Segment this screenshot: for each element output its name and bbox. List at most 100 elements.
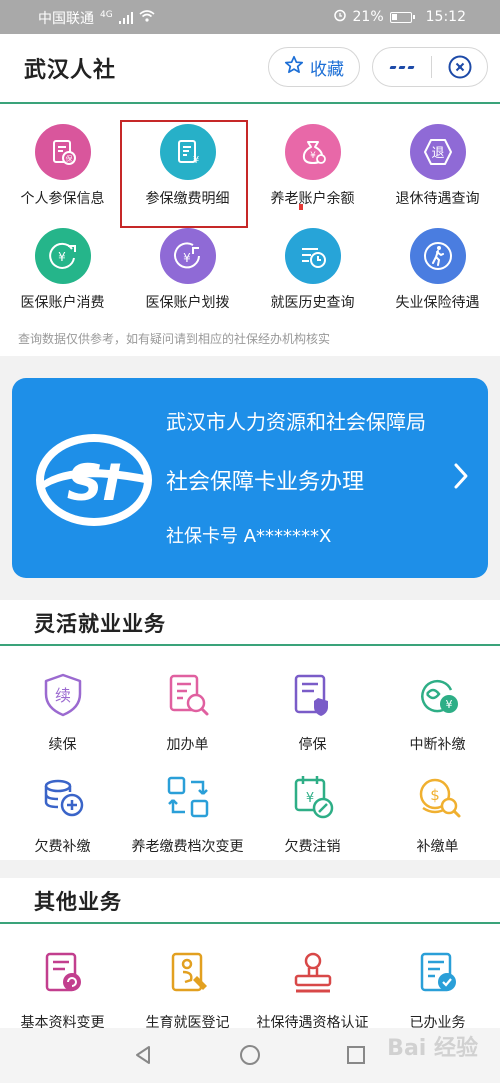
alarm-icon xyxy=(333,8,347,26)
shield-doc-icon: 保 xyxy=(34,124,91,180)
app-header: 武汉人社 收藏 xyxy=(0,34,500,104)
flex-item-arrears-pay[interactable]: 欠费补缴 xyxy=(0,772,125,856)
svg-text:¥: ¥ xyxy=(58,250,66,264)
recents-square-icon xyxy=(347,1046,365,1064)
retire-icon: 退 xyxy=(409,124,466,180)
service-medical-history[interactable]: 就医历史查询 xyxy=(250,228,375,312)
svg-text:¥: ¥ xyxy=(445,698,452,711)
exchange-icon xyxy=(167,776,208,818)
favorite-button[interactable]: 收藏 xyxy=(268,47,360,87)
svg-text:退: 退 xyxy=(431,146,444,161)
capsule-menu xyxy=(372,47,488,87)
svg-text:保: 保 xyxy=(65,154,72,163)
chevron-right-icon xyxy=(452,462,470,494)
svg-text:$: $ xyxy=(430,786,440,804)
calendar-cancel-icon: ¥ xyxy=(294,776,333,819)
query-services-grid: 保 个人参保信息 ¥ 参保缴费明细 ¥ 养老账户余额 退 退休待遇查询 ¥ 医保… xyxy=(0,104,500,356)
flex-item-label: 中断补缴 xyxy=(409,737,466,753)
coin-search-icon: $ xyxy=(419,778,460,818)
other-item-profile-change[interactable]: 基本资料变更 xyxy=(0,948,125,1032)
flex-item-label: 欠费注销 xyxy=(284,839,341,855)
add-form-icon xyxy=(169,674,208,716)
service-medical-transfer[interactable]: ¥ 医保账户划拨 xyxy=(125,228,250,312)
stamp-icon xyxy=(294,952,331,993)
yuan-out-icon: ¥ xyxy=(34,228,91,284)
flex-item-makeup-form[interactable]: $ 补缴单 xyxy=(375,772,500,856)
section-title: 灵活就业业务 xyxy=(34,612,166,636)
si-logo: SI xyxy=(32,420,156,540)
more-menu-button[interactable] xyxy=(373,65,431,69)
watermark: Bai 经验 xyxy=(387,1036,478,1061)
flex-employment-section: 灵活就业业务 续 续保 加办单 停保 ¥ 中断补缴 欠费补缴 养老缴费档次变更 … xyxy=(0,600,500,860)
profile-change-icon xyxy=(45,952,81,992)
disclaimer-note: 查询数据仅供参考，如有疑问请到相应的社保经办机构核实 xyxy=(18,332,331,346)
interrupt-pay-icon: ¥ xyxy=(420,679,458,713)
social-security-card-banner[interactable]: SI 武汉市人力资源和社会保障局 社会保障卡业务办理 社保卡号 A*******… xyxy=(12,378,488,578)
section-title: 其他业务 xyxy=(34,890,122,914)
service-unemployment[interactable]: 失业保险待遇 xyxy=(375,228,500,312)
flex-item-arrears-cancel[interactable]: ¥ 欠费注销 xyxy=(250,772,375,856)
flex-item-interrupt-pay[interactable]: ¥ 中断补缴 xyxy=(375,670,500,754)
favorite-label: 收藏 xyxy=(310,59,344,80)
flex-item-add-form[interactable]: 加办单 xyxy=(125,670,250,754)
flex-item-label: 补缴单 xyxy=(416,839,459,855)
wifi-icon xyxy=(139,10,155,26)
other-item-qualification-cert[interactable]: 社保待遇资格认证 xyxy=(250,948,375,1032)
coins-add-icon xyxy=(44,779,83,817)
other-item-maternity[interactable]: 生育就医登记 xyxy=(125,948,250,1032)
flex-item-stop[interactable]: 停保 xyxy=(250,670,375,754)
page-title: 武汉人社 xyxy=(24,58,117,83)
service-medical-consumption[interactable]: ¥ 医保账户消费 xyxy=(0,228,125,312)
flex-item-pension-grade-change[interactable]: 养老缴费档次变更 xyxy=(125,772,250,856)
card-org: 武汉市人力资源和社会保障局 xyxy=(166,410,426,434)
flex-item-label: 加办单 xyxy=(166,737,209,753)
clock: 15:12 xyxy=(425,9,466,25)
svg-text:续: 续 xyxy=(54,686,70,705)
svg-text:¥: ¥ xyxy=(310,151,316,161)
svg-text:¥: ¥ xyxy=(183,251,191,265)
done-doc-icon xyxy=(420,952,456,992)
other-item-completed[interactable]: 已办业务 xyxy=(375,948,500,1032)
recents-button[interactable] xyxy=(345,1044,367,1070)
service-label: 失业保险待遇 xyxy=(395,295,480,311)
close-miniapp-button[interactable] xyxy=(432,54,487,80)
close-circle-icon xyxy=(448,55,471,79)
money-bag-icon: ¥ xyxy=(284,124,341,180)
card-service: 社会保障卡业务办理 xyxy=(166,470,365,495)
home-button[interactable] xyxy=(239,1044,261,1070)
flex-item-label: 停保 xyxy=(298,737,327,753)
carrier-label: 中国联通 xyxy=(38,11,94,27)
service-label: 个人参保信息 xyxy=(20,191,105,207)
other-services-section: 其他业务 基本资料变更 生育就医登记 社保待遇资格认证 已办业务 xyxy=(0,878,500,1031)
signal-icon xyxy=(118,12,133,24)
service-retirement-query[interactable]: 退 退休待遇查询 xyxy=(375,124,500,208)
service-personal-info[interactable]: 保 个人参保信息 xyxy=(0,124,125,208)
battery-icon xyxy=(389,11,415,23)
battery-percent: 21% xyxy=(352,9,384,25)
renew-icon: 续 xyxy=(44,673,81,717)
service-label: 医保账户划拨 xyxy=(145,295,230,311)
walker-icon xyxy=(409,228,466,284)
flex-item-label: 续保 xyxy=(48,737,77,753)
back-triangle-icon xyxy=(136,1046,150,1064)
network-label: 4G xyxy=(100,10,113,20)
service-label: 医保账户消费 xyxy=(20,295,105,311)
flex-item-renew[interactable]: 续 续保 xyxy=(0,670,125,754)
back-button[interactable] xyxy=(132,1044,154,1070)
cursor-marker xyxy=(299,204,303,210)
card-number: 社保卡号 A*******X xyxy=(166,526,332,547)
service-pension-balance[interactable]: ¥ 养老账户余额 xyxy=(250,124,375,208)
history-icon xyxy=(284,228,341,284)
service-label: 退休待遇查询 xyxy=(395,191,480,207)
yuan-in-icon: ¥ xyxy=(159,228,216,284)
service-label: 就医历史查询 xyxy=(270,295,355,311)
service-label: 养老账户余额 xyxy=(270,191,355,207)
star-icon xyxy=(284,55,304,80)
stop-insurance-icon xyxy=(294,674,328,716)
flex-item-label: 欠费补缴 xyxy=(34,839,91,855)
maternity-icon xyxy=(171,952,207,992)
status-bar: 中国联通 4G 21% 15:12 xyxy=(0,0,500,34)
flex-item-label: 养老缴费档次变更 xyxy=(131,839,244,855)
svg-text:SI: SI xyxy=(67,454,122,512)
svg-text:¥: ¥ xyxy=(305,791,313,806)
